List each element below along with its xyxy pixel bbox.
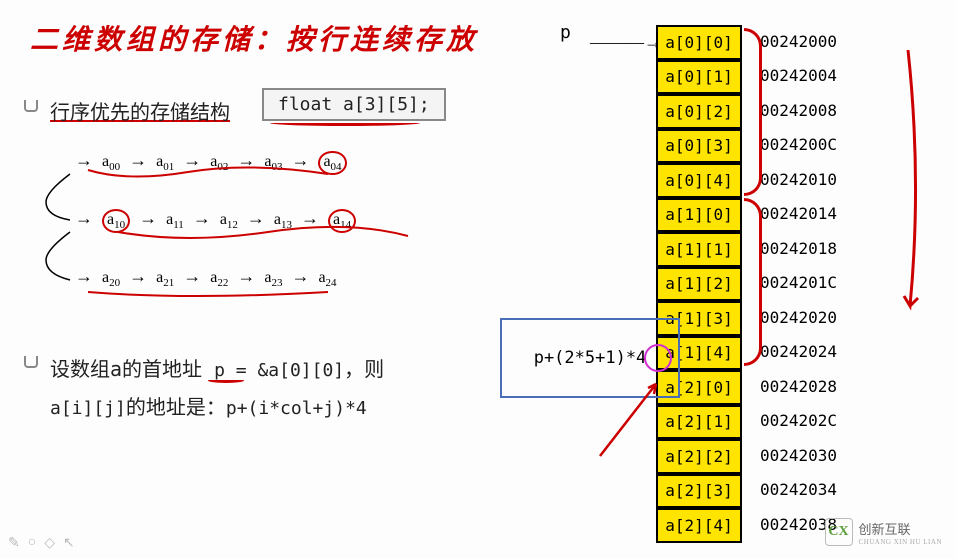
- cell-highlighted: a14: [328, 209, 356, 233]
- cursor-icon[interactable]: ↖: [63, 535, 75, 552]
- memory-address: 00242014: [760, 204, 837, 223]
- annotation-arrow-down: [900, 50, 920, 310]
- memory-row: a[2][1]0024202C: [656, 404, 837, 439]
- annotation-wave: [68, 272, 448, 322]
- arrow-icon: →: [75, 208, 93, 229]
- section2: 设数组a的首地址 p = &a[0][0]，则 a[i][j]的地址是：p+(i…: [50, 350, 384, 426]
- page-title: 二维数组的存储：按行连续存放: [30, 18, 478, 58]
- cell: a13: [274, 211, 292, 231]
- memory-address: 00242028: [760, 377, 837, 396]
- memory-address: 0024201C: [760, 273, 837, 292]
- watermark-text: 创新互联 CHUANG XIN HU LIAN: [859, 519, 942, 546]
- watermark: CX 创新互联 CHUANG XIN HU LIAN: [825, 518, 942, 546]
- memory-cell: a[2][3]: [656, 474, 742, 509]
- memory-cell: a[0][3]: [656, 129, 742, 164]
- formula-text: p+(2*5+1)*4: [534, 348, 647, 368]
- memory-cell: a[0][1]: [656, 60, 742, 95]
- memory-address: 0024202C: [760, 411, 837, 430]
- cell: a20: [102, 269, 120, 289]
- diagram-row: → a20 → a21 → a22 → a23 → a24: [70, 266, 356, 324]
- annotation-circle: [644, 344, 672, 372]
- memory-cell: a[1][2]: [656, 267, 742, 302]
- memory-address: 00242008: [760, 101, 837, 120]
- text: 的地址是：: [126, 395, 226, 419]
- memory-cell: a[1][1]: [656, 232, 742, 267]
- arrow-icon: ———→: [590, 32, 662, 53]
- memory-row: a[2][3] 00242034: [656, 473, 837, 508]
- memory-cell: a[2][4]: [656, 508, 742, 543]
- memory-address: 0024200C: [760, 135, 837, 154]
- cell: a22: [210, 269, 228, 289]
- text: 设数组a的首地址: [50, 357, 214, 381]
- diagram-row: → a00 → a01 → a02 → a03 → a04: [70, 150, 356, 208]
- row-major-diagram: → a00 → a01 → a02 → a03 → a04 → a10 → a1…: [70, 150, 356, 324]
- memory-address: 00242020: [760, 308, 837, 327]
- annotation-arrow: [590, 376, 680, 471]
- memory-cell: a[0][0]: [656, 25, 742, 60]
- arrow-icon: →: [129, 266, 147, 287]
- memory-address: 00242034: [760, 480, 837, 499]
- arrow-icon: →: [183, 150, 201, 171]
- diagram-row: → a10 → a11 → a12 → a13 → a14: [70, 208, 356, 266]
- arrow-icon: →: [291, 266, 309, 287]
- pen-icon[interactable]: ✎: [8, 535, 20, 552]
- cell: a23: [264, 269, 282, 289]
- cell-highlighted: a10: [102, 209, 130, 233]
- cell: a02: [210, 153, 228, 173]
- memory-address: 00242000: [760, 32, 837, 51]
- arrow-icon: →: [291, 150, 309, 171]
- tool-icons: ✎ ○ ◇ ↖: [8, 535, 75, 552]
- cell: a11: [166, 211, 184, 231]
- memory-cell: a[1][0]: [656, 198, 742, 233]
- diamond-icon[interactable]: ◇: [44, 535, 55, 552]
- arrow-icon: →: [237, 266, 255, 287]
- arrow-icon: →: [183, 266, 201, 287]
- annotation-wave: [68, 152, 448, 202]
- circle-icon[interactable]: ○: [28, 535, 36, 552]
- watermark-en: CHUANG XIN HU LIAN: [859, 538, 942, 546]
- arrow-icon: →: [139, 208, 157, 229]
- watermark-cn: 创新互联: [859, 519, 942, 538]
- watermark-logo: CX: [825, 518, 853, 546]
- annotation-underline: [208, 378, 244, 383]
- section1-text: 行序优先的存储结构: [50, 102, 230, 124]
- cell: a03: [264, 153, 282, 173]
- annotation-bracket: [744, 198, 762, 366]
- arrow-icon: →: [129, 150, 147, 171]
- section1-heading: 行序优先的存储结构: [50, 96, 230, 125]
- arrow-icon: →: [247, 208, 265, 229]
- memory-address: 00242024: [760, 342, 837, 361]
- memory-address: 00242030: [760, 446, 837, 465]
- cell-highlighted: a04: [318, 151, 346, 175]
- bullet-icon: [24, 100, 38, 112]
- cell: a12: [220, 211, 238, 231]
- memory-cell: a[0][4]: [656, 163, 742, 198]
- section2-line2: a[i][j]的地址是：p+(i*col+j)*4: [50, 388, 384, 426]
- arrow-icon: →: [75, 266, 93, 287]
- memory-cell: a[0][2]: [656, 94, 742, 129]
- memory-address: 00242010: [760, 170, 837, 189]
- memory-row: a[2][4]00242038: [656, 507, 837, 542]
- code-text: a[i][j]: [50, 398, 126, 419]
- memory-row: a[2][2]00242030: [656, 438, 837, 473]
- arrow-icon: →: [193, 208, 211, 229]
- arrow-icon: →: [237, 150, 255, 171]
- code-text: p+(i*col+j)*4: [226, 398, 367, 419]
- cell: a24: [318, 269, 336, 289]
- pointer-label: p: [560, 22, 571, 43]
- cell: a21: [156, 269, 174, 289]
- arrow-icon: →: [301, 208, 319, 229]
- annotation-bracket: [744, 28, 762, 196]
- cell: a01: [156, 153, 174, 173]
- s-curve-left: [44, 162, 74, 312]
- text: ，则: [344, 357, 384, 381]
- memory-address: 00242004: [760, 66, 837, 85]
- annotation-underline: [270, 120, 420, 126]
- memory-address: 00242018: [760, 239, 837, 258]
- bullet-icon: [24, 356, 38, 368]
- code-declaration: float a[3][5];: [262, 88, 446, 121]
- cell: a00: [102, 153, 120, 173]
- arrow-icon: →: [75, 150, 93, 171]
- memory-row: a[2][0]00242028: [656, 369, 837, 404]
